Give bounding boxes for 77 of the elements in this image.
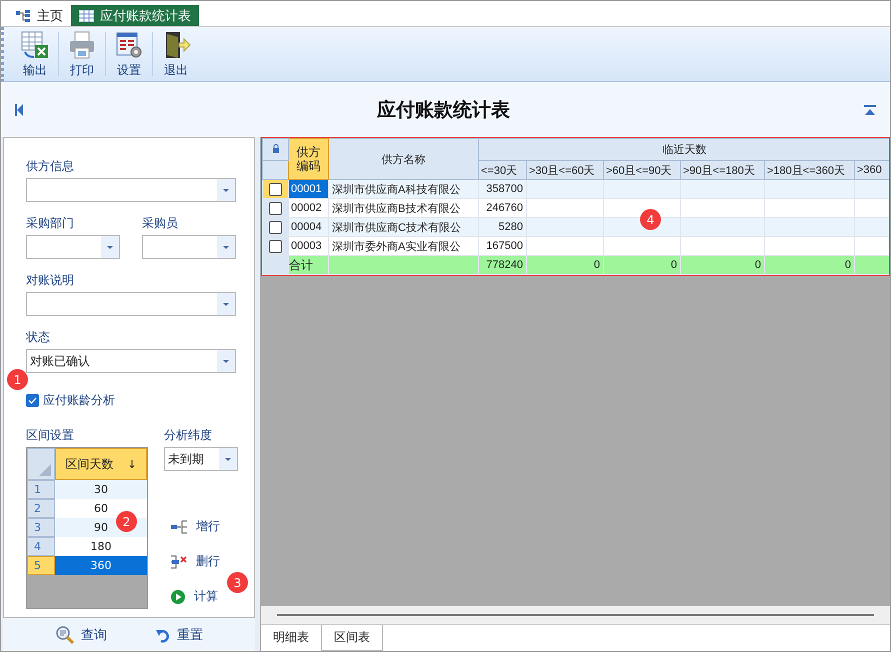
row-number: 1 <box>27 480 55 499</box>
total-cell: 778240 <box>486 259 523 271</box>
column-group-header: 临近天数 <box>478 138 889 160</box>
column-header[interactable]: >90且<=180天 <box>680 160 764 180</box>
corner-cell <box>27 448 55 480</box>
tree-icon <box>15 8 31 22</box>
column-header[interactable]: 供方编码 <box>288 138 328 180</box>
row-checkbox[interactable] <box>269 240 282 252</box>
column-header[interactable]: >30且<=60天 <box>526 160 604 180</box>
toolbar-button[interactable]: 打印 <box>59 28 105 80</box>
row-number: 2 <box>27 499 55 518</box>
field-label: 采购员 <box>142 215 179 232</box>
table-cell[interactable]: 360 <box>90 559 112 572</box>
field-label: 采购部门 <box>26 215 75 232</box>
total-cell: 0 <box>670 259 677 271</box>
action-button[interactable]: 增行 <box>164 516 238 537</box>
checkbox-label: 应付账龄分析 <box>43 392 115 409</box>
table-cell-text: 00004 <box>290 220 323 235</box>
table-cell: 5280 <box>498 221 523 233</box>
lock-icon <box>272 144 280 152</box>
total-label: 合计 <box>288 256 328 274</box>
table-cell: 深圳市供应商A科技有限公 <box>328 180 478 198</box>
row-checkbox[interactable] <box>269 202 282 214</box>
field-label: 状态 <box>26 329 51 346</box>
spreadsheet-export-icon <box>20 30 50 60</box>
settings-icon <box>114 30 144 60</box>
printer-icon <box>67 30 97 60</box>
table-cell[interactable]: 90 <box>94 521 108 534</box>
horizontal-scrollbar[interactable] <box>261 606 890 624</box>
row-number: 4 <box>27 537 55 556</box>
checkbox[interactable] <box>26 394 39 407</box>
column-header[interactable]: >60且<=90天 <box>604 160 680 180</box>
total-cell: 0 <box>594 259 600 271</box>
column-header[interactable]: <=30天 <box>478 160 526 180</box>
toolbar-button[interactable]: 输出 <box>12 28 58 80</box>
play-icon <box>170 588 186 604</box>
report-title: 应付账款统计表 <box>376 98 511 122</box>
field-label: 供方信息 <box>26 158 75 175</box>
panel-button[interactable]: 查询 <box>49 624 113 644</box>
row-number: 5 <box>27 556 55 575</box>
row-checkbox[interactable] <box>269 182 282 196</box>
sheet-tab[interactable]: 区间表 <box>321 625 383 651</box>
table-cell-text: 00002 <box>290 201 323 216</box>
table-icon <box>79 10 94 22</box>
panel-button[interactable]: 重置 <box>149 624 209 644</box>
table-cell: 00001 <box>290 180 328 198</box>
row-checkbox[interactable] <box>269 220 282 234</box>
toolbar-button[interactable]: 退出 <box>153 28 199 80</box>
collapse-icon[interactable] <box>864 104 876 114</box>
table-cell[interactable]: 180 <box>90 540 112 553</box>
search-icon <box>55 626 75 644</box>
total-cell: 0 <box>844 259 851 271</box>
page-tab[interactable]: 应付账款统计表 <box>71 5 199 26</box>
total-cell: 0 <box>754 259 761 271</box>
delete-row-icon <box>170 554 188 568</box>
status-dropdown[interactable]: 对账已确认 <box>26 349 236 373</box>
table-cell: 深圳市供应商C技术有限公 <box>328 218 478 236</box>
table-cell: 167500 <box>486 240 523 252</box>
toolbar-button[interactable]: 设置 <box>106 28 152 80</box>
field-label: 分析纬度 <box>164 427 213 444</box>
field-label: 区间设置 <box>26 427 75 444</box>
column-header[interactable]: 区间天数 ↓ <box>55 448 147 480</box>
first-page-icon[interactable] <box>15 104 23 116</box>
page-tab[interactable]: 主页 <box>7 5 71 26</box>
table-cell-text: 00003 <box>290 239 323 254</box>
add-row-icon <box>170 520 188 534</box>
field-label: 对账说明 <box>26 272 75 289</box>
column-header[interactable]: 供方名称 <box>328 138 478 180</box>
column-header[interactable]: >180且<=360天 <box>764 160 854 180</box>
table-cell[interactable]: 60 <box>94 502 108 515</box>
table-cell: 246760 <box>486 202 523 214</box>
table-cell: 358700 <box>486 183 523 195</box>
row-number: 3 <box>27 518 55 537</box>
dimension-dropdown[interactable]: 未到期 <box>164 447 238 471</box>
table-cell[interactable]: 30 <box>94 483 108 496</box>
action-button[interactable]: 删行 <box>164 551 238 572</box>
column-header[interactable]: >360 <box>854 160 889 180</box>
